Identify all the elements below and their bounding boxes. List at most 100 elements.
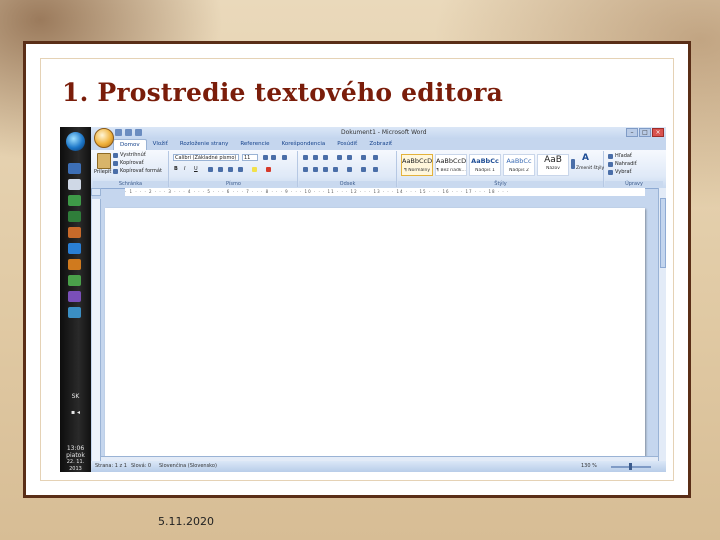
group-label-styles: Štýly [398, 181, 603, 187]
undo-icon[interactable] [125, 129, 132, 136]
style-label: Nadpis 2 [509, 168, 529, 173]
document-page[interactable] [105, 208, 645, 463]
slide-title: 1. Prostredie textového editora [62, 78, 503, 107]
style-preview: AaB [544, 155, 562, 165]
subscript-icon[interactable] [218, 167, 223, 172]
tab-referencie[interactable]: Referencie [234, 139, 275, 150]
title-bar: Dokument1 - Microsoft Word – □ × [91, 127, 666, 139]
paste-button[interactable]: Prilepiť [94, 169, 111, 175]
quick-access-toolbar [115, 129, 142, 136]
font-color-icon[interactable] [266, 167, 271, 172]
find-icon [608, 154, 613, 159]
select-icon [608, 170, 613, 175]
taskbar-icon-5[interactable] [68, 227, 81, 238]
style-preview: AaBbCc [471, 157, 499, 165]
decrease-indent-icon[interactable] [337, 155, 342, 160]
style-no-spacing[interactable]: AaBbCcDc ¶ Bez riadk... [435, 154, 467, 176]
vertical-ruler[interactable] [92, 199, 101, 461]
group-clipboard: Prilepiť Vystrihnúť Kopírovať Kopírovať … [93, 151, 169, 187]
highlight-icon[interactable] [252, 167, 257, 172]
justify-icon[interactable] [333, 167, 338, 172]
sort-icon[interactable] [361, 155, 366, 160]
shrink-font-icon[interactable] [271, 155, 276, 160]
tray-icons: ▪ ◂ [71, 409, 80, 416]
tab-posudit[interactable]: Posúdiť [331, 139, 363, 150]
close-button[interactable]: × [652, 128, 664, 137]
status-language[interactable]: Slovenčina (Slovensko) [159, 461, 217, 472]
style-heading-1[interactable]: AaBbCc Nadpis 1 [469, 154, 501, 176]
select-button[interactable]: Vybrať [615, 169, 632, 175]
multilevel-list-icon[interactable] [323, 155, 328, 160]
underline-button[interactable]: U [194, 166, 198, 172]
shading-icon[interactable] [361, 167, 366, 172]
clear-format-icon[interactable] [282, 155, 287, 160]
group-editing: Hľadať Nahradiť Vybrať Úpravy [605, 151, 663, 187]
superscript-icon[interactable] [228, 167, 233, 172]
pilcrow-icon[interactable] [373, 155, 378, 160]
align-left-icon[interactable] [303, 167, 308, 172]
vertical-scrollbar[interactable] [658, 188, 666, 461]
style-heading-2[interactable]: AaBbCc Nadpis 2 [503, 154, 535, 176]
minimize-button[interactable]: – [626, 128, 638, 137]
style-preview: AaBbCcDc [436, 157, 466, 165]
increase-indent-icon[interactable] [347, 155, 352, 160]
copy-button[interactable]: Kopírovať [120, 160, 144, 166]
tray-time[interactable]: 13:06 [63, 445, 88, 452]
grow-font-icon[interactable] [263, 155, 268, 160]
styles-more-icon[interactable] [571, 159, 575, 169]
taskbar-icon-10[interactable] [68, 307, 81, 318]
font-name-select[interactable]: Calibri (Základné písmo) [173, 154, 239, 161]
taskbar-icon-9[interactable] [68, 291, 81, 302]
font-size-select[interactable]: 11 [242, 154, 258, 161]
ribbon: Prilepiť Vystrihnúť Kopírovať Kopírovať … [91, 150, 666, 189]
change-case-icon[interactable] [238, 167, 243, 172]
status-page[interactable]: Strana: 1 z 1 [95, 461, 127, 472]
find-button[interactable]: Hľadať [615, 153, 632, 159]
align-center-icon[interactable] [313, 167, 318, 172]
italic-button[interactable]: I [184, 166, 185, 172]
tray-language[interactable]: SK [63, 393, 88, 400]
tab-vlozit[interactable]: Vložiť [147, 139, 174, 150]
save-icon[interactable] [115, 129, 122, 136]
cut-icon [113, 153, 118, 158]
tab-korespondencia[interactable]: Korešpondencia [276, 139, 332, 150]
window-controls: – □ × [626, 128, 664, 137]
start-button-icon[interactable] [66, 132, 85, 151]
style-label: ¶ Bez riadk... [436, 168, 466, 173]
bold-button[interactable]: B [174, 166, 178, 172]
taskbar-icon-4[interactable] [68, 211, 81, 222]
taskbar-icon-1[interactable] [68, 163, 81, 174]
strikethrough-icon[interactable] [208, 167, 213, 172]
scrollbar-thumb[interactable] [660, 198, 666, 268]
group-font: Calibri (Základné písmo) 11 B I U Písmo [170, 151, 298, 187]
tab-rozlozenie-strany[interactable]: Rozloženie strany [174, 139, 235, 150]
status-zoom[interactable]: 130 % [581, 461, 597, 472]
maximize-button[interactable]: □ [639, 128, 651, 137]
office-button[interactable] [94, 128, 114, 148]
bullets-icon[interactable] [303, 155, 308, 160]
taskbar-icon-8[interactable] [68, 275, 81, 286]
line-spacing-icon[interactable] [347, 167, 352, 172]
group-label-clipboard: Schránka [93, 181, 168, 187]
cut-button[interactable]: Vystrihnúť [120, 152, 146, 158]
format-painter-button[interactable]: Kopírovať formát [120, 168, 162, 174]
replace-button[interactable]: Nahradiť [615, 161, 637, 167]
change-styles-icon[interactable]: A [582, 153, 589, 163]
ruler-tab-selector[interactable] [91, 188, 101, 196]
style-normal[interactable]: AaBbCcDc ¶ Normálny [401, 154, 433, 176]
taskbar-icon-2[interactable] [68, 179, 81, 190]
style-label: Nadpis 1 [475, 168, 495, 173]
taskbar-icon-3[interactable] [68, 195, 81, 206]
status-words[interactable]: Slová: 0 [131, 461, 151, 472]
redo-icon[interactable] [135, 129, 142, 136]
style-title[interactable]: AaB Názov [537, 154, 569, 176]
numbering-icon[interactable] [313, 155, 318, 160]
tab-zobrazit[interactable]: Zobraziť [363, 139, 398, 150]
align-right-icon[interactable] [323, 167, 328, 172]
internet-explorer-icon[interactable] [68, 243, 81, 254]
taskbar-icon-7[interactable] [68, 259, 81, 270]
borders-icon[interactable] [373, 167, 378, 172]
zoom-slider-knob[interactable] [629, 463, 632, 470]
paste-icon[interactable] [97, 153, 111, 169]
change-styles-button[interactable]: Zmeniť štýly [576, 166, 604, 171]
